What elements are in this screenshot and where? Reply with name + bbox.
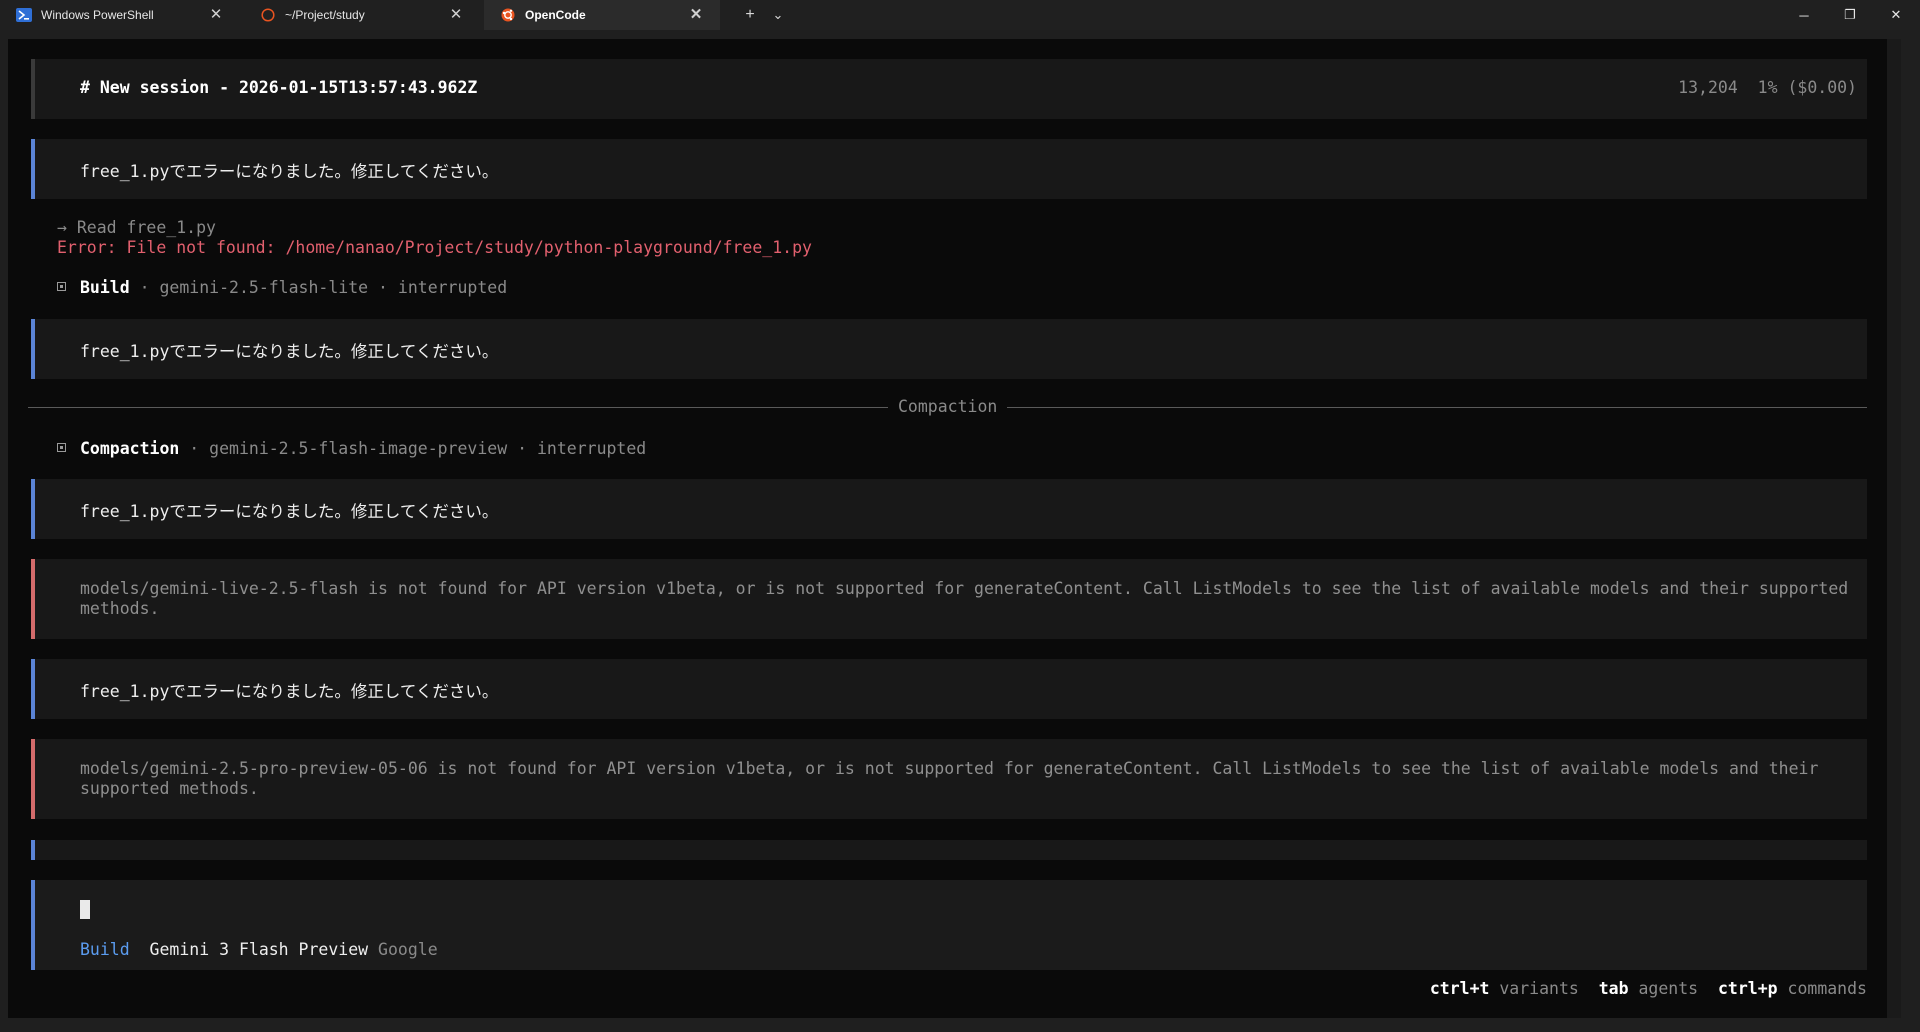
error-message: models/gemini-live-2.5-flash is not foun… [31, 559, 1867, 639]
user-message: free_1.pyでエラーになりました。修正してください。 [31, 139, 1867, 199]
close-icon[interactable]: ✕ [448, 7, 464, 23]
text-cursor [80, 900, 90, 919]
tab-dropdown-button[interactable]: ⌄ [764, 0, 792, 30]
terminal-pane[interactable]: # New session - 2026-01-15T13:57:43.962Z… [8, 39, 1887, 1018]
prompt-agent[interactable]: Build [80, 940, 130, 959]
message-text: free_1.pyでエラーになりました。修正してください。 [80, 502, 499, 521]
pending-message [31, 840, 1867, 860]
error-line: Error: File not found: /home/nanao/Proje… [57, 238, 812, 257]
close-icon[interactable]: ✕ [208, 7, 224, 23]
ubuntu-circle-icon [260, 7, 276, 23]
shortcut-key: ctrl+t [1429, 979, 1490, 998]
message-text: free_1.pyでエラーになりました。修正してください。 [80, 162, 499, 181]
tab-label: OpenCode [525, 8, 586, 22]
agent-meta: · gemini-2.5-flash-image-preview · inter… [189, 439, 647, 458]
error-bar [31, 559, 35, 639]
compaction-label: Compaction [898, 397, 998, 416]
agent-name: Compaction [80, 439, 180, 458]
shortcut-key: ctrl+p [1717, 979, 1778, 998]
session-title: # New session - 2026-01-15T13:57:43.962Z [80, 78, 478, 97]
message-text: free_1.pyでエラーになりました。修正してください。 [80, 342, 499, 361]
powershell-icon [16, 7, 32, 23]
tab-label: ~/Project/study [285, 8, 365, 22]
new-tab-button[interactable]: + [736, 0, 764, 30]
token-count: 13,204 [1678, 78, 1738, 97]
shortcut-hints: ctrl+t variants tab agents ctrl+p comman… [1430, 979, 1867, 998]
build-status-line: Build · gemini-2.5-flash-lite · interrup… [57, 278, 507, 297]
prompt-model[interactable]: Gemini 3 Flash Preview [150, 940, 369, 959]
session-usage: 13,204 1% ($0.00) [1678, 78, 1857, 97]
divider [1007, 407, 1867, 408]
error-text: models/gemini-2.5-pro-preview-05-06 is n… [80, 759, 1819, 798]
shortcut-label: variants [1499, 979, 1579, 998]
tab-label: Windows PowerShell [41, 8, 154, 22]
compaction-status-line: Compaction · gemini-2.5-flash-image-prev… [57, 439, 646, 458]
tool-read-line: → Read free_1.py [57, 218, 216, 237]
user-bar [31, 659, 35, 719]
close-icon[interactable]: ✕ [688, 7, 704, 23]
agent-meta: · gemini-2.5-flash-lite · interrupted [139, 278, 508, 297]
user-bar [31, 840, 35, 860]
user-bar [31, 139, 35, 199]
user-bar [31, 319, 35, 379]
divider [28, 407, 888, 408]
tab-opencode[interactable]: OpenCode ✕ [484, 0, 720, 30]
prompt-status: Build Gemini 3 Flash Preview Google [80, 940, 438, 959]
square-icon [57, 282, 66, 291]
error-text: models/gemini-live-2.5-flash is not foun… [80, 579, 1849, 618]
cost-usage: 1% ($0.00) [1757, 78, 1857, 97]
user-message: free_1.pyでエラーになりました。修正してください。 [31, 319, 1867, 379]
shortcut-key: tab [1598, 979, 1629, 998]
user-message: free_1.pyでエラーになりました。修正してください。 [31, 659, 1867, 719]
shortcut-label: commands [1787, 979, 1867, 998]
title-bar: Windows PowerShell ✕ ~/Project/study ✕ O… [0, 0, 1920, 30]
opencode-icon [500, 7, 516, 23]
error-bar [31, 739, 35, 819]
user-message: free_1.pyでエラーになりました。修正してください。 [31, 479, 1867, 539]
prompt-bar [31, 880, 35, 970]
tab-windows-powershell[interactable]: Windows PowerShell ✕ [0, 0, 240, 30]
minimize-button[interactable]: ─ [1782, 0, 1826, 30]
header-bar [31, 59, 35, 119]
prompt-input[interactable]: Build Gemini 3 Flash Preview Google [31, 880, 1867, 970]
prompt-provider: Google [378, 940, 438, 959]
agent-name: Build [80, 278, 130, 297]
message-text: free_1.pyでエラーになりました。修正してください。 [80, 682, 499, 701]
tab-project-study[interactable]: ~/Project/study ✕ [244, 0, 480, 30]
session-header: # New session - 2026-01-15T13:57:43.962Z… [31, 59, 1867, 119]
error-message: models/gemini-2.5-pro-preview-05-06 is n… [31, 739, 1867, 819]
shortcut-label: agents [1638, 979, 1699, 998]
maximize-button[interactable]: ❐ [1828, 0, 1872, 30]
close-window-button[interactable]: ✕ [1874, 0, 1918, 30]
user-bar [31, 479, 35, 539]
scrollbar[interactable] [1887, 39, 1901, 1018]
square-icon [57, 443, 66, 452]
